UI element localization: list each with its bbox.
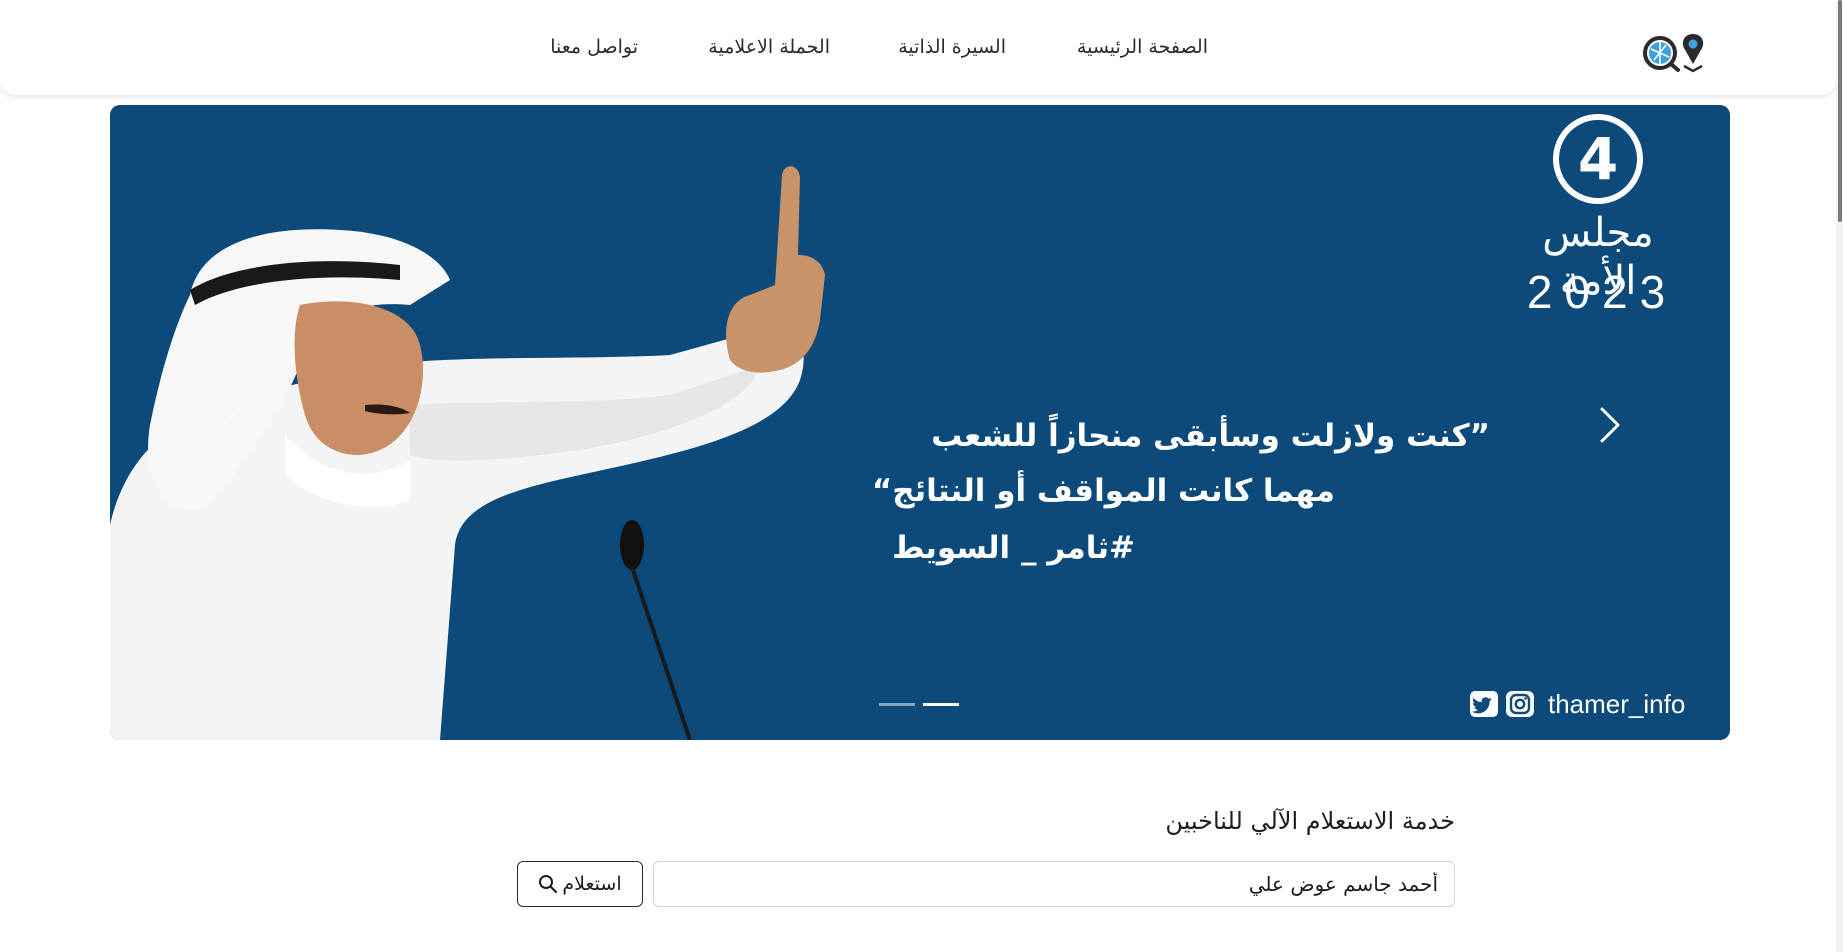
nav-contact[interactable]: تواصل معنا [536, 36, 638, 62]
twitter-icon[interactable] [1470, 691, 1498, 717]
carousel-indicator-1[interactable] [879, 703, 915, 706]
chevron-left-icon [220, 407, 240, 443]
site-header: الصفحة الرئيسية السيرة الذاتية الحملة ال… [0, 0, 1836, 95]
chevron-right-icon [1600, 407, 1620, 443]
nav-home[interactable]: الصفحة الرئيسية [1064, 36, 1208, 62]
voter-search-input[interactable] [653, 861, 1455, 907]
carousel-prev-button[interactable] [210, 395, 250, 455]
site-logo[interactable] [1638, 30, 1708, 74]
carousel-indicator-2[interactable] [923, 703, 959, 706]
enquiry-button[interactable]: استعلام [517, 861, 643, 907]
enquiry-button-label: استعلام [562, 873, 622, 895]
nav-biography[interactable]: السيرة الذاتية [888, 36, 1006, 62]
social-handle: thamer_info [1548, 689, 1686, 719]
carousel-next-button[interactable] [1590, 395, 1630, 455]
carousel-indicators [879, 703, 969, 713]
hero-slider: 4 مجلس الأمة 2023 ”كنت ولازلت وسأبقى منح… [110, 105, 1730, 740]
hero-hashtag: #ثامر _ السويط [892, 530, 1135, 566]
badge-title: مجلس الأمة [1542, 210, 1654, 304]
hero-quote-line-1: ”كنت ولازلت وسأبقى منحازاً للشعب [931, 418, 1490, 454]
instagram-icon[interactable] [1506, 691, 1534, 717]
hero-quote-line-2: مهما كانت المواقف أو النتائج“ [871, 473, 1335, 509]
search-icon [539, 875, 558, 894]
nav-campaign[interactable]: الحملة الاعلامية [696, 36, 830, 62]
badge-number: 4 [1577, 125, 1619, 193]
page-scrollbar-thumb[interactable] [1838, 0, 1842, 222]
badge-year: 2023 [1526, 266, 1678, 318]
microphone-icon [620, 520, 692, 740]
service-title: خدمة الاستعلام الآلي للناخبين [1165, 807, 1455, 835]
social-handle-block: thamer_info [1470, 689, 1710, 719]
